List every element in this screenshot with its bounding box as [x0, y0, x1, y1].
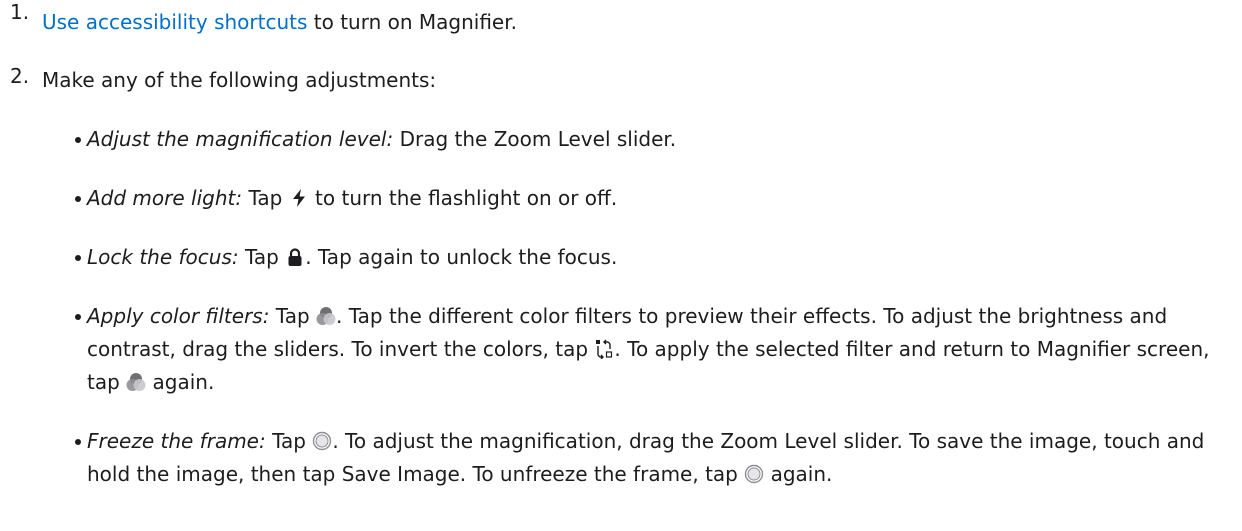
bullet-dot — [75, 439, 81, 445]
accessibility-shortcuts-link[interactable]: Use accessibility shortcuts — [42, 10, 307, 34]
adjustment-text: again. — [764, 462, 833, 486]
adjustment-text: to turn the flashlight on or off. — [308, 186, 618, 210]
bullet-dot — [75, 196, 81, 202]
steps-list: 1. Use accessibility shortcuts to turn o… — [0, 0, 1242, 491]
adjustment-text: Tap — [265, 429, 313, 453]
bullet-dot — [75, 255, 81, 261]
step-number: 2. — [10, 64, 30, 88]
step-text: Use accessibility shortcuts to turn on M… — [42, 6, 1242, 39]
adjustment-freeze-frame: Freeze the frame: Tap . To adjust the ma… — [42, 425, 1215, 491]
adjustment-term: Adjust the magnification level: — [87, 127, 394, 151]
adjustment-color-filters: Apply color filters: Tap . Tap the diffe… — [42, 300, 1215, 399]
adjustment-term: Lock the focus: — [87, 245, 239, 269]
adjustment-term: Apply color filters: — [87, 304, 270, 328]
bullet-dot — [75, 314, 81, 320]
adjustments-list: Adjust the magnification level: Drag the… — [42, 123, 1242, 491]
adjustment-text: Tap — [242, 186, 289, 210]
step-1: 1. Use accessibility shortcuts to turn o… — [0, 0, 1242, 39]
adjustment-term: Freeze the frame: — [87, 429, 266, 453]
shutter-button-icon — [744, 464, 764, 484]
adjustment-text: Tap — [269, 304, 317, 328]
adjustment-text: again. — [146, 370, 215, 394]
adjustment-lock-focus: Lock the focus: Tap . Tap again to unloc… — [42, 241, 1215, 274]
color-filters-icon — [316, 306, 336, 326]
color-filters-icon — [126, 372, 146, 392]
adjustment-magnification: Adjust the magnification level: Drag the… — [42, 123, 1215, 156]
adjustment-text: Drag the Zoom Level slider. — [393, 127, 677, 151]
adjustment-text: Tap — [238, 245, 286, 269]
adjustment-term: Add more light: — [87, 186, 243, 210]
shutter-button-icon — [312, 431, 332, 451]
step-1-text: to turn on Magnifier. — [307, 10, 517, 34]
step-2: 2. Make any of the following adjustments… — [0, 64, 1242, 491]
invert-colors-icon — [594, 339, 614, 359]
step-2-text: Make any of the following adjustments: — [42, 68, 437, 92]
adjustment-light: Add more light: Tap to turn the flashlig… — [42, 182, 1215, 215]
step-number: 1. — [10, 0, 30, 24]
bullet-dot — [75, 137, 81, 143]
lock-icon — [285, 247, 305, 267]
lightning-bolt-icon — [289, 188, 309, 208]
adjustment-text: . Tap again to unlock the focus. — [305, 245, 618, 269]
